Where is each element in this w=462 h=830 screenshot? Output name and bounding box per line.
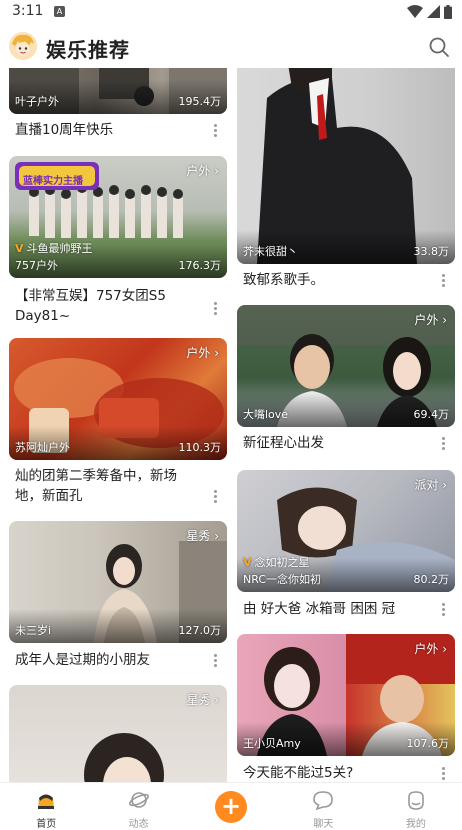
live-title: 致郁系歌手。: [243, 272, 324, 288]
streamer-name: NRC一念你如初: [243, 573, 322, 586]
nav-label: 首页: [36, 819, 57, 830]
viewer-count: 107.6万: [406, 737, 450, 750]
nav-profile[interactable]: 我的: [370, 783, 462, 830]
medal-tag: V 念如初之星: [243, 554, 310, 570]
nav-label: 动态: [128, 819, 149, 830]
bottom-nav: 首页 动态 + 聊天 我的: [0, 782, 462, 830]
nav-create[interactable]: +: [185, 783, 277, 830]
viewer-count: 176.3万: [178, 259, 222, 272]
live-title: 成年人是过期的小朋友: [15, 652, 150, 668]
live-card[interactable]: 派对 › V 念如初之星 NRC一念你如初 80.2万 由 好大爸 冰箱哥 困困 …: [237, 470, 455, 617]
streamer-name: 未三岁i: [15, 624, 52, 637]
live-thumbnail[interactable]: 户外 › 大嘴love 69.4万: [237, 305, 455, 427]
streamer-name: 757户外: [15, 259, 58, 272]
category-badge[interactable]: 星秀 ›: [186, 691, 219, 708]
status-bar: 3:11 A: [0, 0, 462, 24]
notification-icon: A: [54, 6, 65, 17]
nav-label: 我的: [405, 819, 426, 830]
category-badge[interactable]: 户外 ›: [186, 162, 219, 179]
planet-icon: [128, 792, 149, 808]
live-card[interactable]: 户外 › 大嘴love 69.4万 新征程心出发: [237, 305, 455, 451]
more-options-icon[interactable]: [213, 302, 217, 316]
viewer-count: 195.4万: [178, 95, 222, 108]
plus-icon[interactable]: +: [215, 791, 248, 823]
v-badge-icon: V: [15, 241, 24, 255]
nav-home[interactable]: 首页: [0, 783, 92, 830]
search-icon: [429, 37, 449, 57]
streamer-name: 苏阿灿户外: [15, 441, 70, 454]
live-title: 灿的团第二季筹备中，新场地，新面孔: [15, 468, 177, 504]
live-card[interactable]: 芥末很甜丶 33.8万 致郁系歌手。: [237, 68, 455, 288]
more-options-icon[interactable]: [441, 603, 445, 617]
app-logo-icon: [9, 32, 37, 60]
category-badge[interactable]: 户外 ›: [414, 640, 447, 657]
live-title: 由 好大爸 冰箱哥 困困 冠: [243, 601, 396, 617]
app-header: 娱乐推荐: [0, 24, 462, 70]
search-button[interactable]: [428, 36, 450, 58]
signal-icon: [427, 5, 440, 18]
more-options-icon[interactable]: [441, 274, 445, 288]
live-card[interactable]: 蓝棒实力主播 户外 › V 斗鱼最帅野王 757户外 176.3万 【非常互娱】7…: [9, 156, 227, 324]
streamer-name: 王小贝Amy: [243, 737, 301, 750]
more-options-icon[interactable]: [213, 490, 217, 504]
live-title: 新征程心出发: [243, 435, 324, 451]
live-card[interactable]: 户外 › 苏阿灿户外 110.3万 灿的团第二季筹备中，新场地，新面孔: [9, 338, 227, 504]
category-badge[interactable]: 派对 ›: [414, 476, 447, 493]
live-thumbnail[interactable]: 户外 › 王小贝Amy 107.6万: [237, 634, 455, 756]
more-options-icon[interactable]: [213, 654, 217, 668]
live-card[interactable]: 户外 › 王小贝Amy 107.6万 今天能不能过5关?: [237, 634, 455, 781]
live-title: 直播10周年快乐: [15, 122, 114, 138]
v-badge-icon: V: [243, 555, 252, 569]
live-thumbnail[interactable]: 户外 › 苏阿灿户外 110.3万: [9, 338, 227, 460]
recommend-feed[interactable]: 叶子户外 195.4万 直播10周年快乐 蓝棒实力主播 户外 › V 斗鱼最帅野…: [0, 68, 462, 782]
status-time: 3:11: [12, 3, 44, 19]
wifi-icon: [407, 5, 423, 18]
live-thumbnail[interactable]: 派对 › V 念如初之星 NRC一念你如初 80.2万: [237, 470, 455, 592]
more-options-icon[interactable]: [213, 124, 217, 138]
chat-bubble-icon: [313, 791, 334, 811]
live-thumbnail[interactable]: 星秀 › 未三岁i 127.0万: [9, 521, 227, 643]
live-thumbnail[interactable]: 星秀 ›: [9, 685, 227, 782]
more-options-icon[interactable]: [441, 437, 445, 451]
banner-label: 蓝棒实力主播: [23, 176, 83, 187]
live-title: 【非常互娱】757女团S5 Day81~: [15, 288, 166, 324]
streamer-name: 大嘴love: [243, 408, 289, 421]
nav-chat[interactable]: 聊天: [277, 783, 369, 830]
live-card[interactable]: 叶子户外 195.4万 直播10周年快乐: [9, 68, 227, 138]
live-thumbnail[interactable]: 蓝棒实力主播 户外 › V 斗鱼最帅野王 757户外 176.3万: [9, 156, 227, 278]
nav-feed[interactable]: 动态: [92, 783, 184, 830]
battery-icon: [444, 5, 452, 19]
live-thumbnail[interactable]: 叶子户外 195.4万: [9, 68, 227, 114]
viewer-count: 127.0万: [178, 624, 222, 637]
medal-label: 念如初之星: [254, 556, 310, 569]
viewer-count: 80.2万: [413, 573, 450, 586]
category-badge[interactable]: 户外 ›: [414, 311, 447, 328]
streamer-name: 芥末很甜丶: [243, 245, 298, 258]
live-card[interactable]: 星秀 ›: [9, 685, 227, 782]
page-title: 娱乐推荐: [46, 38, 130, 62]
live-card[interactable]: 星秀 › 未三岁i 127.0万 成年人是过期的小朋友: [9, 521, 227, 668]
category-badge[interactable]: 户外 ›: [186, 344, 219, 361]
category-badge[interactable]: 星秀 ›: [186, 527, 219, 544]
live-title: 今天能不能过5关?: [243, 765, 354, 781]
home-icon: [38, 794, 55, 809]
nav-label: 聊天: [313, 819, 334, 830]
profile-icon: [408, 791, 424, 810]
viewer-count: 110.3万: [178, 441, 222, 454]
viewer-count: 33.8万: [413, 245, 450, 258]
medal-label: 斗鱼最帅野王: [26, 242, 93, 255]
live-thumbnail[interactable]: 芥末很甜丶 33.8万: [237, 68, 455, 264]
viewer-count: 69.4万: [413, 408, 450, 421]
more-options-icon[interactable]: [441, 767, 445, 781]
streamer-name: 叶子户外: [15, 95, 59, 108]
status-icons: [407, 4, 452, 20]
medal-tag: V 斗鱼最帅野王: [15, 240, 93, 256]
